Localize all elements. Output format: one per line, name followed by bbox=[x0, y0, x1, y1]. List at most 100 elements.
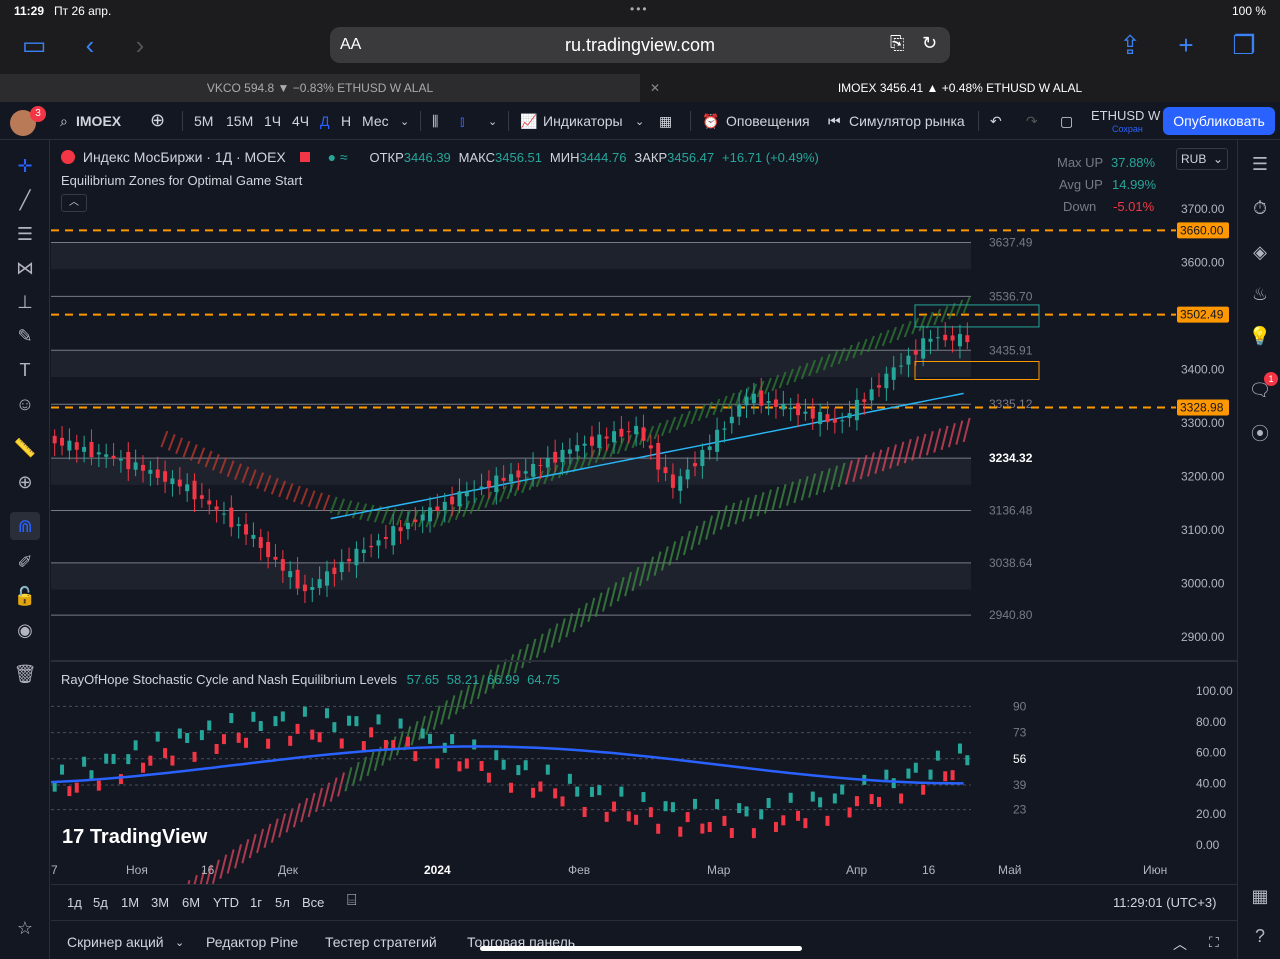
zoom-icon[interactable]: ⊕ bbox=[10, 468, 40, 496]
osc-bar bbox=[141, 762, 145, 773]
collapse-legend-button[interactable]: ︿ bbox=[61, 194, 87, 212]
sidebar-icon[interactable]: ▭ bbox=[16, 30, 52, 60]
candle-body bbox=[604, 436, 609, 439]
clock-timezone[interactable]: 11:29:01 (UTC+3) bbox=[1113, 895, 1216, 910]
symbol-search[interactable]: IMOEX bbox=[76, 113, 121, 129]
range-6m[interactable]: 6М bbox=[182, 895, 200, 910]
crosshair-icon[interactable]: ✛ bbox=[10, 152, 40, 180]
interval-4h[interactable]: 4Ч bbox=[292, 113, 309, 129]
layout-icon[interactable]: ▢ bbox=[1060, 113, 1073, 130]
help-icon[interactable]: ? bbox=[1246, 922, 1274, 950]
multitask-dots-icon[interactable]: ••• bbox=[630, 2, 649, 16]
range-1d[interactable]: 1д bbox=[67, 895, 82, 910]
tab-strategy-tester[interactable]: Тестер стратегий bbox=[325, 934, 437, 950]
calendar-icon[interactable]: ▦ bbox=[1246, 882, 1274, 910]
forecast-icon[interactable]: ⊥ bbox=[10, 288, 40, 316]
interval-1mo[interactable]: Мес bbox=[362, 113, 389, 129]
interval-15m[interactable]: 15М bbox=[226, 113, 253, 129]
templates-grid-icon[interactable]: ▦ bbox=[659, 113, 672, 130]
redo-icon[interactable]: ↷ bbox=[1026, 113, 1038, 130]
stat-value: 37.88% bbox=[1111, 155, 1156, 170]
watchlist-icon[interactable]: ☰ bbox=[1246, 150, 1274, 178]
chart-canvas[interactable]: 3637.49 3536.70 3435.91 3335.12 3234.32 3136.… bbox=[51, 140, 1237, 884]
indicators-icon[interactable]: 📈 bbox=[520, 113, 537, 130]
compare-add-icon[interactable]: ⊕ bbox=[150, 110, 165, 131]
chart-pane[interactable]: 3637.49 3536.70 3435.91 3335.12 3234.32 3136.… bbox=[51, 140, 1237, 884]
lock-icon[interactable]: 🔓 bbox=[10, 582, 40, 610]
emoji-icon[interactable]: ☺ bbox=[10, 390, 40, 418]
osc-bar bbox=[788, 792, 793, 803]
back-icon[interactable]: ‹ bbox=[72, 30, 108, 60]
candle-body bbox=[457, 491, 462, 507]
range-3m[interactable]: 3М bbox=[151, 895, 169, 910]
goto-date-icon[interactable]: ⌸ bbox=[347, 892, 357, 910]
ideas-bulb-icon[interactable]: 💡 bbox=[1246, 322, 1274, 350]
maximize-panel-icon[interactable]: ⛶ bbox=[1209, 934, 1219, 951]
tabs-overview-icon[interactable]: ❐ bbox=[1226, 30, 1262, 60]
range-1m[interactable]: 1М bbox=[121, 895, 139, 910]
tab-vkco[interactable]: VKCO 594.8 ▼ −0.83% ETHUSD W ALAL bbox=[0, 74, 640, 102]
collapse-panel-icon[interactable]: ︿ bbox=[1173, 934, 1187, 954]
alerts-button[interactable]: Оповещения bbox=[726, 113, 810, 129]
lock-drawing-icon[interactable]: ✐ bbox=[10, 548, 40, 576]
chevron-down-icon[interactable]: ⌄ bbox=[175, 936, 184, 949]
interval-1d[interactable]: Д bbox=[320, 113, 329, 129]
pattern-icon[interactable]: ⋈ bbox=[10, 254, 40, 282]
osc-bar bbox=[832, 793, 837, 804]
interval-5m[interactable]: 5М bbox=[194, 113, 213, 129]
search-icon[interactable]: ⌕ bbox=[60, 113, 68, 130]
replay-button[interactable]: Симулятор рынка bbox=[849, 113, 965, 129]
brush-icon[interactable]: ✎ bbox=[10, 322, 40, 350]
indicator-legend[interactable]: Equilibrium Zones for Optimal Game Start bbox=[61, 173, 302, 188]
magnet-icon[interactable]: ⋒ bbox=[10, 512, 40, 540]
hotlist-fire-icon[interactable]: ♨ bbox=[1246, 280, 1274, 308]
eye-icon[interactable]: ◉ bbox=[10, 616, 40, 644]
address-bar[interactable]: AA ru.tradingview.com ⎘ ↻ bbox=[330, 27, 950, 63]
fib-icon[interactable]: ☰ bbox=[10, 220, 40, 248]
trend-line-icon[interactable]: ╱ bbox=[10, 186, 40, 214]
reload-icon[interactable]: ↻ bbox=[922, 33, 937, 54]
interval-1h[interactable]: 1Ч bbox=[264, 113, 281, 129]
range-ytd[interactable]: YTD bbox=[213, 895, 239, 910]
interval-1w[interactable]: Н bbox=[341, 113, 351, 129]
range-5d[interactable]: 5д bbox=[93, 895, 108, 910]
layers-icon[interactable]: ◈ bbox=[1246, 238, 1274, 266]
alert-clock-icon[interactable]: ⏰ bbox=[702, 113, 719, 130]
extension-icon[interactable]: ⎘ bbox=[890, 33, 904, 54]
replay-icon[interactable]: ⏮ bbox=[828, 113, 841, 130]
candle-body bbox=[163, 471, 168, 482]
zone-hatch bbox=[705, 515, 714, 540]
flag-icon[interactable] bbox=[299, 152, 310, 162]
undo-icon[interactable]: ↶ bbox=[990, 113, 1002, 130]
ruler-icon[interactable]: 📏 bbox=[10, 434, 40, 462]
candle-body bbox=[185, 484, 190, 492]
alerts-clock-icon[interactable]: ⏱ bbox=[1246, 194, 1274, 222]
indicators-button[interactable]: Индикаторы bbox=[543, 113, 623, 129]
publish-button[interactable]: Опубликовать bbox=[1163, 107, 1275, 135]
streams-icon[interactable]: ⦿ bbox=[1246, 420, 1274, 448]
text-icon[interactable]: T bbox=[10, 356, 40, 384]
close-tab-icon[interactable]: ✕ bbox=[650, 74, 660, 102]
forward-icon[interactable]: › bbox=[122, 30, 158, 60]
symbol-title[interactable]: Индекс МосБиржи · 1Д · MOEX bbox=[83, 149, 286, 165]
tab-pine-editor[interactable]: Редактор Pine bbox=[206, 934, 298, 950]
currency-select[interactable]: RUB ⌄ bbox=[1176, 148, 1228, 170]
tab-stock-screener[interactable]: Скринер акций bbox=[67, 934, 164, 950]
range-1y[interactable]: 1г bbox=[250, 895, 262, 910]
bar-style-icon[interactable]: ⫼ bbox=[432, 113, 438, 130]
layout-name[interactable]: ETHUSD W bbox=[1091, 108, 1160, 123]
chevron-down-icon[interactable]: ⌄ bbox=[488, 115, 497, 128]
range-5y[interactable]: 5л bbox=[275, 895, 290, 910]
chevron-down-icon[interactable]: ⌄ bbox=[400, 115, 409, 128]
range-all[interactable]: Все bbox=[302, 895, 324, 910]
oscillator-legend[interactable]: RayOfHope Stochastic Cycle and Nash Equi… bbox=[61, 672, 560, 687]
new-tab-icon[interactable]: + bbox=[1168, 30, 1204, 60]
chevron-down-icon[interactable]: ⌄ bbox=[635, 115, 644, 128]
candles-icon[interactable]: ⫾ bbox=[460, 113, 464, 130]
trash-icon[interactable]: 🗑 bbox=[10, 660, 40, 688]
tab-imoex[interactable]: ✕ IMOEX 3456.41 ▲ +0.48% ETHUSD W ALAL bbox=[640, 74, 1280, 102]
stat-value: -5.01% bbox=[1113, 199, 1155, 214]
share-icon[interactable]: ⇪ bbox=[1112, 30, 1148, 60]
watchlist-star-icon[interactable]: ☆ bbox=[10, 914, 40, 942]
osc-bar bbox=[398, 718, 403, 729]
